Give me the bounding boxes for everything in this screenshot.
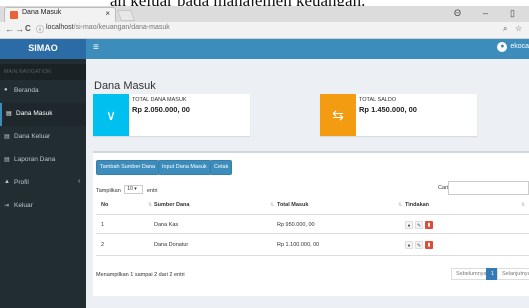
cell-no: 2 [101, 242, 105, 248]
logout-icon: ⇥ [4, 203, 10, 209]
screenshot-root: an keluar pada manajemen keuangan. Dana … [0, 0, 529, 308]
total-dana-masuk-box: ∨ TOTAL DANA MASUK Rp 2.050.000, 00 [93, 94, 250, 136]
sidebar-item-laporan-dana[interactable]: ▤ Laporan Dana [0, 149, 86, 172]
sidebar-item-label: Laporan Dana [14, 156, 56, 163]
view-icon[interactable]: ● [405, 221, 413, 229]
restore-icon[interactable]: ▯ [510, 8, 515, 19]
chevron-left-icon: ‹ [78, 178, 81, 185]
exchange-icon: ⇆ [320, 94, 356, 136]
app-logo[interactable]: SIMAO [0, 39, 86, 59]
forward-icon[interactable]: → [15, 24, 24, 34]
sidebar-item-profil[interactable]: ▲ Profil ‹ [0, 172, 86, 195]
info-box-value: Rp 2.050.000, 00 [132, 105, 190, 114]
app-header: ≡ ● ekoca [86, 39, 529, 59]
back-icon[interactable]: ← [5, 24, 14, 34]
bookmark-star-icon[interactable]: ☆ [515, 24, 522, 33]
tab-close-icon[interactable]: × [105, 9, 110, 18]
pagination-next[interactable]: Selanjutnya [497, 268, 529, 280]
column-header-tindakan[interactable]: Tindakan [405, 202, 429, 208]
sidebar-item-label: Dana Masuk [16, 110, 53, 117]
brand-label: SIMAO [28, 43, 58, 53]
account-icon[interactable]: Θ [454, 8, 461, 18]
browser-tab[interactable]: Dana Masuk × [4, 7, 116, 22]
cell-sumber-dana: Dana Kas [154, 222, 179, 228]
home-icon: ● [4, 87, 8, 93]
row-divider [96, 255, 529, 256]
cetak-button[interactable]: Cetak [210, 160, 233, 175]
new-tab-button[interactable] [116, 10, 136, 21]
reload-icon[interactable]: C [25, 24, 31, 33]
cell-total-masuk: Rp 950.000, 00 [277, 222, 315, 228]
user-menu[interactable]: ● ekoca [497, 42, 529, 52]
show-entries-suffix: entri [146, 187, 158, 194]
user-avatar-icon: ● [497, 42, 508, 52]
url-field[interactable]: localhost/si-mao/keuangan/dana-masuk [46, 24, 170, 31]
row-divider [96, 233, 529, 234]
data-panel: Tambah Sumber Dana Input Dana Masuk Ceta… [93, 151, 529, 296]
page-title: Dana Masuk [94, 80, 156, 92]
info-icon: ⓘ [36, 25, 44, 34]
delete-icon[interactable]: ▮ [425, 221, 433, 229]
tambah-sumber-dana-button[interactable]: Tambah Sumber Dana [96, 160, 160, 175]
total-saldo-box: ⇆ TOTAL SALDO Rp 1.450.000, 00 [320, 94, 477, 136]
sidebar-item-label: Profil [14, 179, 29, 186]
column-header-no[interactable]: No [101, 202, 108, 208]
cell-total-masuk: Rp 1.100.000, 00 [277, 242, 320, 248]
input-dana-masuk-button[interactable]: Input Dana Masuk [158, 160, 211, 175]
table-info: Menampilkan 1 sampai 2 dari 2 entri [96, 272, 185, 278]
favicon-icon [10, 11, 18, 19]
show-entries-prefix: Tampilkan [96, 187, 121, 194]
sidebar-item-beranda[interactable]: ● Beranda [0, 80, 86, 103]
url-host: localhost [46, 24, 74, 31]
sort-icon[interactable]: ⇅ [270, 202, 274, 208]
info-box-label: TOTAL DANA MASUK [132, 97, 187, 103]
sidebar-header: MAIN NAVIGATION [0, 64, 86, 80]
edit-icon[interactable]: ✎ [415, 221, 423, 229]
sidebar: MAIN NAVIGATION ● Beranda ▤ Dana Masuk ▤… [0, 59, 86, 308]
header-divider [96, 214, 529, 215]
view-icon[interactable]: ● [405, 241, 413, 249]
sort-icon[interactable]: ⇅ [148, 202, 152, 208]
page-length-value: 10 [127, 186, 133, 192]
user-icon: ▲ [4, 179, 10, 185]
minimize-icon[interactable]: – [483, 8, 488, 18]
sidebar-item-dana-keluar[interactable]: ▤ Dana Keluar [0, 126, 86, 149]
sidebar-item-keluar[interactable]: ⇥ Keluar [0, 195, 86, 218]
url-path: /si-mao/keuangan/dana-masuk [73, 24, 170, 31]
sidebar-item-label: Dana Keluar [14, 133, 51, 140]
column-header-sumber-dana[interactable]: Sumber Dana [154, 202, 189, 208]
table-icon: ▤ [4, 134, 10, 140]
browser-address-bar: ← → C ⓘ localhost/si-mao/keuangan/dana-m… [0, 22, 529, 39]
table-icon: ▤ [6, 111, 12, 117]
user-name: ekoca [510, 43, 529, 50]
delete-icon[interactable]: ▮ [425, 241, 433, 249]
sort-icon[interactable]: ⇅ [398, 202, 402, 208]
search-input[interactable] [448, 181, 529, 195]
page-length-control: Tampilkan 10 ▾ entri [96, 185, 158, 195]
browser-tab-bar: Dana Masuk × Θ – ▯ [0, 6, 529, 22]
sidebar-item-label: Beranda [14, 87, 39, 94]
chevron-down-icon: ∨ [93, 94, 129, 136]
cell-sumber-dana: Dana Donatur [154, 242, 189, 248]
edit-icon[interactable]: ✎ [415, 241, 423, 249]
tab-title: Dana Masuk [22, 9, 62, 16]
cell-no: 1 [101, 222, 105, 228]
column-header-total-masuk[interactable]: Total Masuk [277, 202, 308, 208]
info-box-value: Rp 1.450.000, 00 [359, 105, 417, 114]
sidebar-item-dana-masuk[interactable]: ▤ Dana Masuk [0, 103, 86, 126]
zoom-icon[interactable]: ⌕ [503, 24, 507, 34]
sort-icon[interactable]: ⇅ [521, 202, 525, 208]
sidebar-toggle-icon[interactable]: ≡ [93, 42, 99, 53]
page-length-select[interactable]: 10 ▾ [124, 185, 144, 194]
table-icon: ▤ [4, 157, 10, 163]
sidebar-item-label: Keluar [14, 202, 33, 209]
info-box-label: TOTAL SALDO [359, 97, 397, 103]
main-content: Dana Masuk ∨ TOTAL DANA MASUK Rp 2.050.0… [86, 59, 529, 308]
